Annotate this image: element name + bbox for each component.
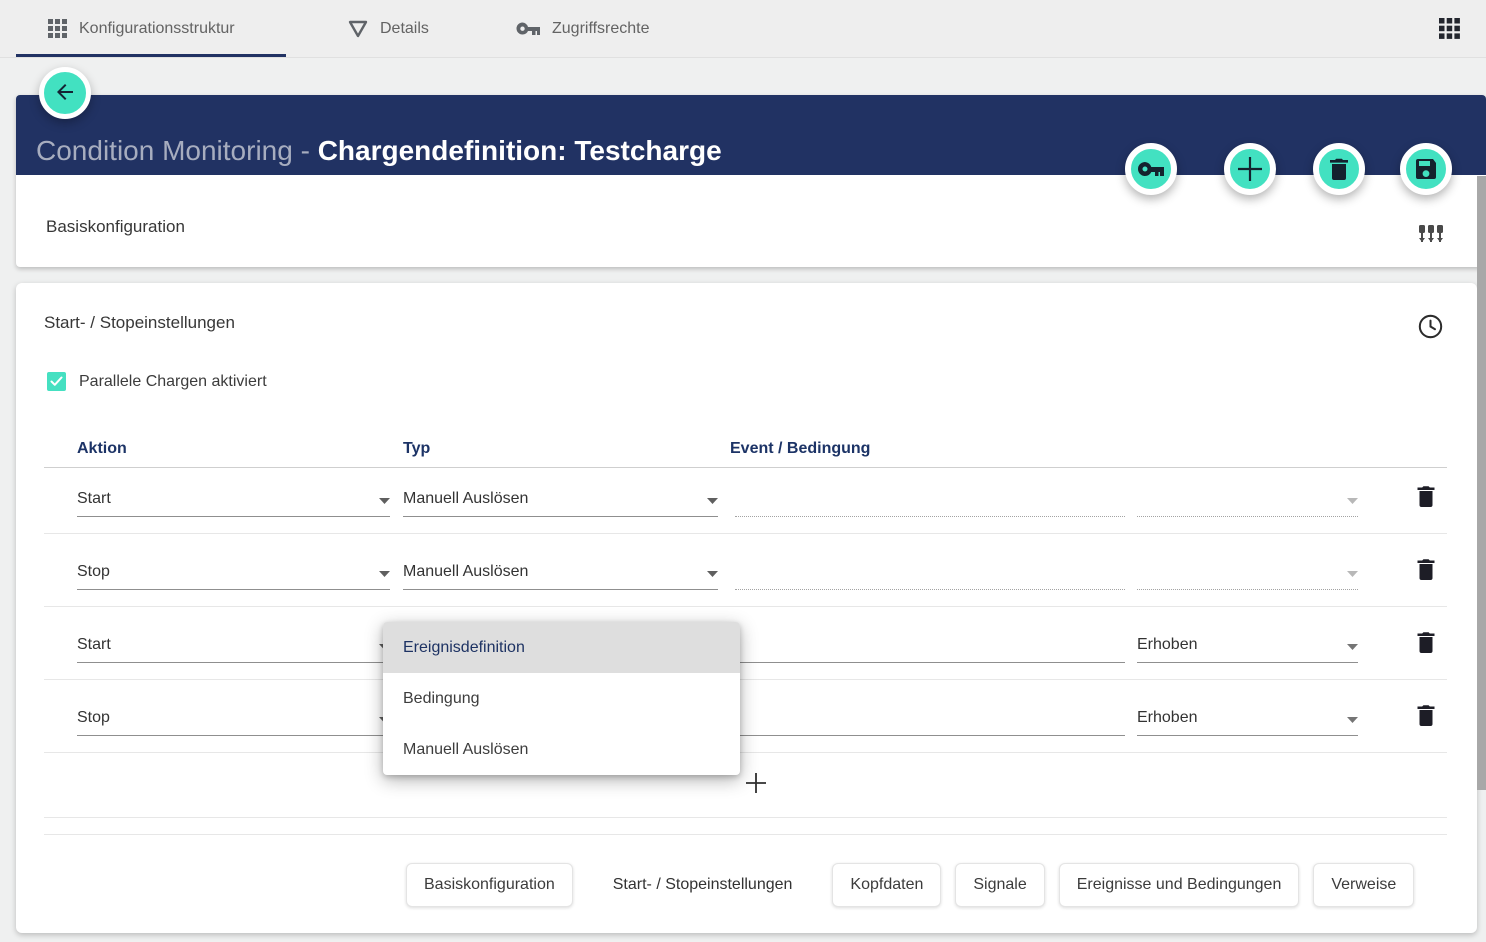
- table-row: Stop Manuell Auslösen: [44, 533, 1447, 607]
- top-tab-bar: Konfigurationsstruktur Details Zugriffsr…: [0, 0, 1486, 58]
- menu-item-ereignisdefinition[interactable]: Ereignisdefinition: [383, 622, 740, 673]
- qualifier-select-disabled: [1137, 481, 1358, 517]
- page-title-main: Chargendefinition: Testcharge: [318, 135, 722, 166]
- typ-dropdown-menu: Ereignisdefinition Bedingung Manuell Aus…: [383, 622, 740, 775]
- sliders-icon[interactable]: [1418, 221, 1444, 252]
- menu-item-bedingung[interactable]: Bedingung: [383, 673, 740, 724]
- delete-fab[interactable]: [1313, 143, 1365, 195]
- col-event-bedingung: Event / Bedingung: [730, 440, 870, 458]
- nav-signale[interactable]: Signale: [955, 863, 1044, 907]
- page-title: Condition Monitoring - Chargendefinition…: [36, 133, 722, 169]
- nav-start-stopeinstellungen-active[interactable]: Start- / Stopeinstellungen: [587, 864, 819, 906]
- key-icon: [516, 22, 540, 36]
- aktion-value: Stop: [77, 709, 373, 727]
- apps-grid-icon[interactable]: [1439, 18, 1460, 44]
- save-icon: [1414, 157, 1438, 181]
- typ-select[interactable]: Manuell Auslösen: [403, 554, 718, 590]
- section-nav: Basiskonfiguration Start- / Stopeinstell…: [406, 863, 1414, 907]
- chevron-down-icon: [1347, 717, 1358, 723]
- aktion-select[interactable]: Stop: [77, 554, 390, 590]
- table-row: Start Erhoben: [44, 606, 1447, 680]
- nav-basiskonfiguration[interactable]: Basiskonfiguration: [406, 863, 573, 907]
- start-stop-card: Start- / Stopeinstellungen Parallele Cha…: [16, 283, 1477, 933]
- parallel-charges-row: Parallele Chargen aktiviert: [47, 372, 267, 391]
- save-fab[interactable]: [1400, 143, 1452, 195]
- qualifier-select-disabled: [1137, 554, 1358, 590]
- chevron-down-icon: [707, 571, 718, 577]
- typ-value: Manuell Auslösen: [403, 563, 701, 581]
- plus-icon: [744, 771, 768, 798]
- menu-item-manuell-ausloesen[interactable]: Manuell Auslösen: [383, 724, 740, 775]
- table-header-row: Aktion Typ Event / Bedingung: [44, 438, 1447, 468]
- add-fab[interactable]: [1224, 143, 1276, 195]
- add-row: [44, 752, 1447, 818]
- aktion-select[interactable]: Start: [77, 481, 390, 517]
- trash-icon: [1415, 569, 1437, 584]
- checkbox-label: Parallele Chargen aktiviert: [79, 373, 267, 391]
- nav-verweise[interactable]: Verweise: [1313, 863, 1414, 907]
- aktion-value: Start: [77, 636, 373, 654]
- tab-zugriffsrechte[interactable]: Zugriffsrechte: [516, 0, 650, 57]
- tab-konfigurationsstruktur[interactable]: Konfigurationsstruktur: [48, 0, 235, 57]
- table-row: Start Manuell Auslösen: [44, 467, 1447, 534]
- qualifier-value: Erhoben: [1137, 636, 1341, 654]
- chevron-down-icon: [1347, 571, 1358, 577]
- delete-row-button[interactable]: [1413, 702, 1439, 730]
- typ-value: Manuell Auslösen: [403, 490, 701, 508]
- qualifier-value: Erhoben: [1137, 709, 1341, 727]
- qualifier-select[interactable]: Erhoben: [1137, 627, 1358, 663]
- typ-select[interactable]: Manuell Auslösen: [403, 481, 718, 517]
- section-title: Start- / Stopeinstellungen: [44, 313, 235, 333]
- nav-kopfdaten[interactable]: Kopfdaten: [832, 863, 941, 907]
- chevron-down-icon: [379, 498, 390, 504]
- qualifier-select[interactable]: Erhoben: [1137, 700, 1358, 736]
- back-button[interactable]: [39, 67, 91, 119]
- chevron-down-icon: [379, 571, 390, 577]
- tab-label: Zugriffsrechte: [552, 20, 650, 38]
- delete-row-button[interactable]: [1413, 556, 1439, 584]
- trash-icon: [1415, 496, 1437, 511]
- tab-label: Konfigurationsstruktur: [79, 20, 235, 38]
- tab-details[interactable]: Details: [348, 0, 429, 57]
- aktion-select[interactable]: Stop: [77, 700, 390, 736]
- trash-icon: [1328, 157, 1350, 181]
- key-icon: [1138, 161, 1164, 177]
- event-field-disabled: [735, 481, 1125, 517]
- scrollbar-thumb[interactable]: [1477, 176, 1486, 790]
- subsection-title: Basiskonfiguration: [46, 217, 185, 237]
- divider: [44, 834, 1447, 835]
- arrow-left-icon: [53, 80, 77, 107]
- event-field-disabled: [735, 554, 1125, 590]
- delete-row-button[interactable]: [1413, 629, 1439, 657]
- app-window: Konfigurationsstruktur Details Zugriffsr…: [0, 0, 1486, 942]
- checkbox-checked[interactable]: [47, 372, 66, 391]
- aktion-select[interactable]: Start: [77, 627, 390, 663]
- trash-icon: [1415, 715, 1437, 730]
- aktion-value: Start: [77, 490, 373, 508]
- chevron-down-icon: [1347, 644, 1358, 650]
- grid-icon: [48, 19, 67, 38]
- plus-icon: [1236, 155, 1264, 183]
- add-entry-button[interactable]: [736, 764, 776, 804]
- chevron-down-icon: [707, 498, 718, 504]
- funnel-icon: [348, 20, 368, 38]
- permissions-fab[interactable]: [1125, 143, 1177, 195]
- clock-icon[interactable]: [1417, 313, 1444, 345]
- trash-icon: [1415, 642, 1437, 657]
- page-title-prefix: Condition Monitoring -: [36, 135, 318, 166]
- col-aktion: Aktion: [77, 440, 127, 458]
- col-typ: Typ: [403, 440, 430, 458]
- chevron-down-icon: [1347, 498, 1358, 504]
- nav-ereignisse-und-bedingungen[interactable]: Ereignisse und Bedingungen: [1059, 863, 1300, 907]
- event-field[interactable]: [735, 700, 1125, 736]
- delete-row-button[interactable]: [1413, 483, 1439, 511]
- aktion-value: Stop: [77, 563, 373, 581]
- active-tab-indicator: [16, 54, 286, 57]
- table-row: Stop Erhoben: [44, 679, 1447, 753]
- tab-label: Details: [380, 20, 429, 38]
- event-field[interactable]: [735, 627, 1125, 663]
